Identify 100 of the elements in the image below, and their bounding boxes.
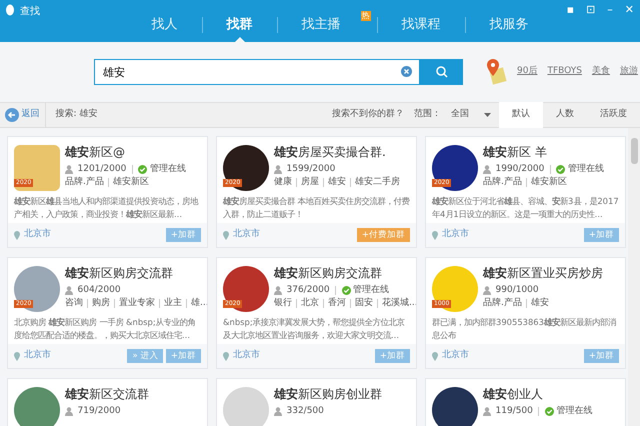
group-name[interactable]: 雄安创业人: [483, 387, 592, 402]
group-location: 北京市: [233, 228, 260, 242]
group-description: 群已满，加内部群390553863雄安新区最新内部消息公布: [431, 316, 617, 342]
group-tag: 置业专家: [119, 296, 155, 310]
scrollbar-track[interactable]: [628, 128, 640, 426]
group-name[interactable]: 雄安新区购房交流群: [274, 266, 416, 281]
location-pin-icon: [223, 352, 229, 360]
group-tag: 房屋: [301, 176, 319, 188]
sort-tab[interactable]: 默认: [499, 102, 543, 128]
close-button[interactable]: ✕: [624, 2, 634, 18]
group-description: 雄安新区位于河北省雄县、容城、安新3县，是2017年4月1日设立的新区。这是一项重大的历史性...: [430, 195, 620, 221]
members-icon: [483, 286, 493, 294]
group-name[interactable]: 雄安新区 羊: [483, 145, 604, 160]
location-pin-icon: [223, 230, 229, 240]
nav-tab[interactable]: 找群: [214, 17, 264, 33]
window-title: 查找: [20, 4, 40, 19]
group-tag: 品牌.产品: [483, 296, 522, 310]
group-tag: 咨询: [65, 296, 83, 310]
search-button[interactable]: [420, 59, 463, 85]
member-count: 990/1000: [496, 284, 539, 296]
member-count: 604/2000: [78, 284, 121, 296]
search-icon: [436, 66, 448, 78]
group-location: 北京市: [24, 349, 51, 362]
hot-keyword-link[interactable]: 旅游: [620, 65, 638, 79]
sort-tab[interactable]: 人数: [543, 102, 587, 128]
group-tag: 雄安: [530, 296, 549, 310]
group-tag: 健康: [274, 176, 292, 188]
group-tag: 香河: [328, 296, 346, 310]
group-location: 北京市: [24, 228, 51, 242]
members-icon: [65, 406, 75, 416]
hot-keyword-link[interactable]: TFBOYS: [547, 65, 582, 79]
hot-keyword-link[interactable]: 90后: [517, 65, 538, 79]
clear-icon[interactable]: [401, 66, 412, 77]
group-description: 雄安房屋买卖撮合群 本地百姓买卖住房交流群，付费入群，防止二道贩子！: [222, 195, 411, 221]
not-found-link[interactable]: 搜索不到你的群？: [332, 108, 404, 122]
group-name[interactable]: 雄安新区交流群: [65, 387, 149, 402]
group-tag: 品牌.产品: [65, 176, 104, 188]
nav-tab[interactable]: 找人: [140, 17, 190, 33]
group-location: 北京市: [442, 349, 469, 362]
minimize-button[interactable]: –: [607, 2, 613, 18]
group-tag: 雄安: [328, 176, 346, 188]
group-name[interactable]: 雄安新区购房交流群: [65, 266, 207, 281]
group-tag: 雄安新区: [112, 176, 149, 188]
location-pin-icon: [432, 352, 438, 360]
admin-status-text: 管理在线: [568, 162, 604, 176]
member-count: 332/500: [286, 404, 324, 418]
skin-button[interactable]: ⊡: [586, 2, 596, 18]
range-dropdown[interactable]: 全国: [451, 108, 499, 122]
member-count: 1599/2000: [286, 162, 336, 176]
hot-badge: 热: [360, 11, 370, 21]
members-icon: [483, 164, 493, 174]
group-avatar-placeholder: [14, 387, 60, 426]
group-tag: 固安: [355, 296, 373, 310]
group-tag: 业主: [164, 296, 182, 310]
dropdown-caret-icon: [484, 113, 491, 117]
feedback-button[interactable]: ▪: [566, 2, 574, 18]
group-name[interactable]: 雄安新区购房创业群: [274, 387, 382, 402]
group-name[interactable]: 雄安房屋买卖撮合群.: [274, 145, 400, 160]
scrollbar-thumb[interactable]: [631, 138, 638, 164]
search-query-text: 搜索: 雄安: [56, 108, 98, 122]
member-count: 1990/2000: [496, 162, 544, 176]
group-name[interactable]: 雄安新区置业买房炒房: [483, 266, 603, 281]
members-icon: [65, 286, 75, 294]
group-tag: 购房: [92, 296, 110, 310]
nav-tab[interactable]: 找课程: [390, 17, 452, 33]
search-field[interactable]: 雄安: [94, 59, 420, 85]
group-avatar-placeholder: [432, 387, 478, 426]
member-count: 1201/2000: [78, 162, 126, 176]
group-tag: 品牌.产品: [483, 176, 522, 188]
group-name[interactable]: 雄安新区@: [65, 145, 186, 160]
range-label: 范围：: [414, 108, 441, 122]
members-icon: [274, 164, 284, 174]
group-description: 北京购房 雄安新区购房 一手房 &nbsp;从专业的角度给您匹配合适的楼盘。，购买大北京区域住宅...: [13, 316, 197, 342]
group-location: 北京市: [442, 228, 469, 242]
hot-keyword-link[interactable]: 美食: [592, 65, 610, 79]
member-count: 376/2000: [286, 284, 330, 296]
sort-tab[interactable]: 活跃度: [587, 102, 640, 128]
location-pin-icon: [14, 230, 20, 240]
admin-status-text: 管理在线: [353, 284, 390, 296]
nav-tab[interactable]: 找主播: [290, 17, 352, 33]
group-tag: 雄安二手房: [355, 176, 400, 188]
location-pin-icon: [432, 230, 438, 240]
members-icon: [483, 406, 493, 416]
back-link[interactable]: 返回: [0, 102, 46, 128]
members-icon: [65, 164, 75, 174]
group-description: 雄安新区雄县当地人和内部渠道提供投资动态，房地产相关，入户政策，商业投资！雄安新区最新...: [12, 195, 200, 221]
group-location: 北京市: [233, 349, 260, 362]
location-map-icon[interactable]: [485, 59, 507, 85]
admin-status-text: 管理在线: [556, 404, 592, 418]
admin-status-text: 管理在线: [150, 162, 186, 176]
member-count: 719/2000: [78, 404, 121, 418]
group-avatar-placeholder: [223, 387, 269, 426]
members-icon: [274, 406, 284, 416]
group-description: &nbsp;承接京津冀发展大势，帮您提供全方位北京及大北京地区置业咨询服务，欢迎大家文明交流...: [222, 316, 406, 342]
location-pin-icon: [14, 352, 20, 360]
members-icon: [274, 286, 284, 294]
group-tag: 雄安新区: [530, 176, 567, 188]
group-tag: 银行: [274, 296, 292, 310]
nav-tab[interactable]: 找服务: [478, 17, 540, 33]
member-count: 119/500: [496, 404, 533, 418]
